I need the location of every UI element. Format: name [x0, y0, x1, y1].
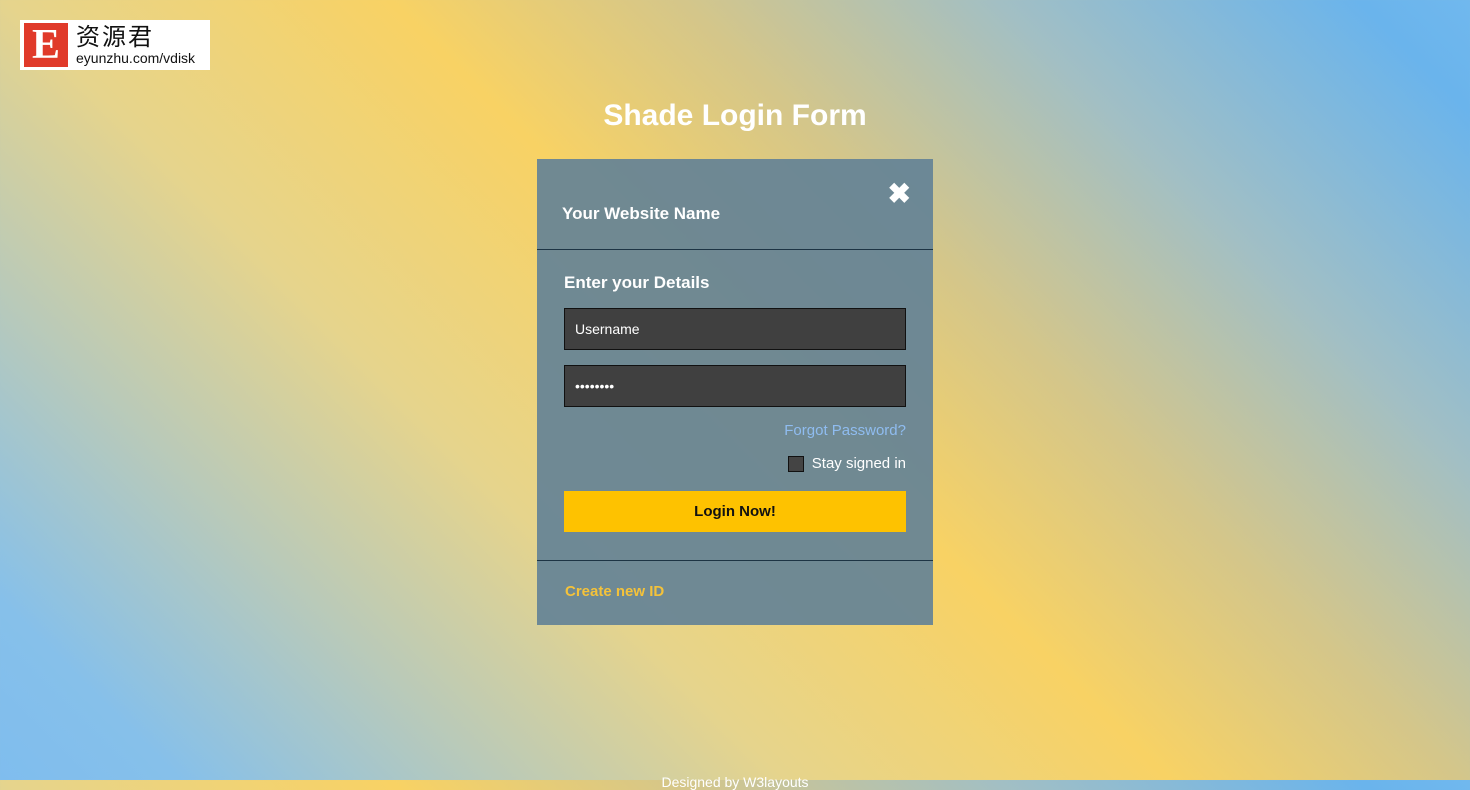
logo-url: eyunzhu.com/vdisk [76, 50, 196, 66]
logo-letter: E [24, 23, 68, 67]
logo: E 资源君 eyunzhu.com/vdisk [20, 20, 210, 70]
close-icon[interactable]: ✖ [888, 177, 911, 210]
username-input[interactable] [564, 308, 906, 350]
password-input[interactable] [564, 365, 906, 407]
page-title: Shade Login Form [603, 99, 867, 132]
card-body: Enter your Details Forgot Password? Stay… [537, 250, 933, 561]
stay-signed-in[interactable]: Stay signed in [787, 455, 906, 472]
site-name: Your Website Name [562, 204, 721, 223]
stay-signed-in-label: Stay signed in [811, 455, 906, 472]
logo-chinese-text: 资源君 [76, 23, 154, 51]
login-card: Your Website Name ✖ Enter your Details F… [537, 159, 933, 625]
forgot-password-link[interactable]: Forgot Password? [784, 422, 906, 439]
create-new-id-link[interactable]: Create new ID [565, 583, 664, 600]
footer-credit: Designed by W3layouts [661, 774, 809, 790]
login-button[interactable]: Login Now! [564, 491, 906, 532]
stay-signed-in-checkbox[interactable] [787, 455, 804, 472]
card-header: Your Website Name ✖ [537, 159, 933, 250]
details-heading: Enter your Details [564, 273, 710, 292]
